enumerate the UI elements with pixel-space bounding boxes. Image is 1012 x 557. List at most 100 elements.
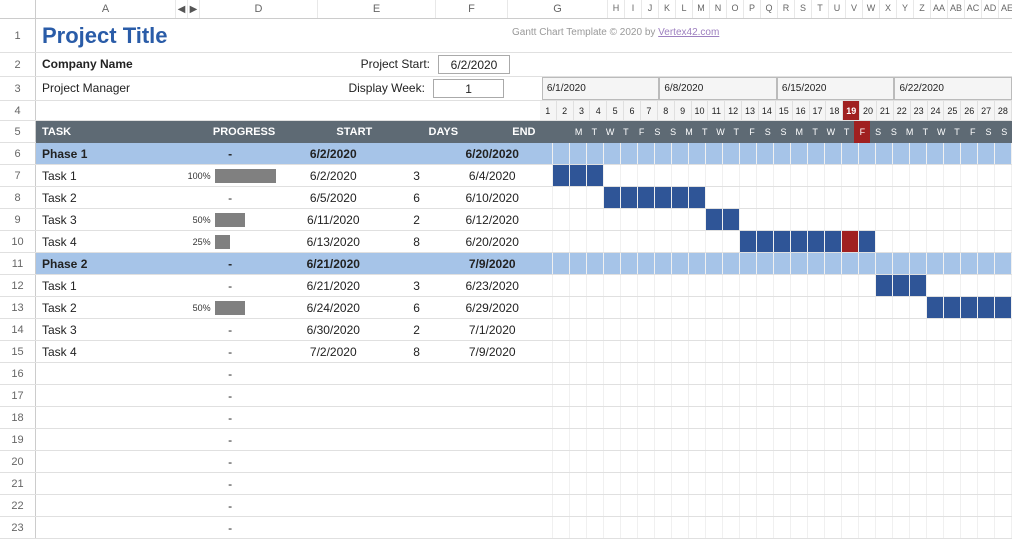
task-name[interactable]: Task 4 [36, 231, 179, 252]
task-end[interactable]: 6/20/2020 [448, 231, 536, 252]
row-header[interactable]: 21 [0, 473, 36, 494]
gantt-cell[interactable] [740, 363, 757, 384]
task-end[interactable]: 6/10/2020 [448, 187, 536, 208]
gantt-cell[interactable] [791, 209, 808, 230]
gantt-cell[interactable] [638, 385, 655, 406]
gantt-cell[interactable] [706, 473, 723, 494]
gantt-cell[interactable] [638, 473, 655, 494]
gantt-cell[interactable] [774, 407, 791, 428]
empty-cell[interactable] [385, 473, 449, 494]
gantt-cell[interactable] [927, 407, 944, 428]
gantt-bar[interactable] [706, 209, 723, 230]
gantt-bar[interactable] [621, 187, 638, 208]
empty-cell[interactable] [282, 363, 385, 384]
gantt-cell[interactable] [842, 319, 859, 340]
gantt-cell[interactable] [876, 231, 893, 252]
gantt-phase-bar[interactable] [961, 253, 978, 274]
gantt-phase-bar[interactable] [825, 143, 842, 164]
empty-cell[interactable] [282, 429, 385, 450]
gantt-cell[interactable] [587, 363, 604, 384]
gantt-cell[interactable] [723, 297, 740, 318]
gantt-cell[interactable] [723, 517, 740, 538]
phase-name[interactable]: Phase 2 [36, 253, 179, 274]
gantt-cell[interactable] [740, 407, 757, 428]
row-header[interactable]: 23 [0, 517, 36, 538]
gantt-cell[interactable] [604, 341, 621, 362]
col-header-m[interactable]: M [693, 0, 710, 18]
gantt-cell[interactable] [536, 341, 553, 362]
gantt-cell[interactable] [961, 429, 978, 450]
gantt-cell[interactable] [978, 495, 995, 516]
display-week-input[interactable]: 1 [433, 79, 504, 98]
empty-cell[interactable]: - [179, 495, 282, 516]
gantt-cell[interactable] [944, 517, 961, 538]
gantt-bar[interactable] [876, 275, 893, 296]
gantt-cell[interactable] [553, 253, 570, 274]
gantt-cell[interactable] [655, 517, 672, 538]
col-header-i[interactable]: I [625, 0, 642, 18]
gantt-cell[interactable] [944, 143, 961, 164]
gantt-cell[interactable] [927, 319, 944, 340]
gantt-cell[interactable] [791, 319, 808, 340]
gantt-cell[interactable] [570, 319, 587, 340]
gantt-cell[interactable] [910, 297, 927, 318]
gantt-cell[interactable] [995, 319, 1012, 340]
gantt-cell[interactable] [876, 451, 893, 472]
gantt-phase-bar[interactable] [774, 143, 791, 164]
gantt-cell[interactable] [536, 429, 553, 450]
gantt-cell[interactable] [774, 495, 791, 516]
gantt-cell[interactable] [621, 341, 638, 362]
gantt-cell[interactable] [536, 275, 553, 296]
gantt-cell[interactable] [706, 275, 723, 296]
gantt-cell[interactable] [757, 495, 774, 516]
gantt-cell[interactable] [689, 253, 706, 274]
gantt-cell[interactable] [808, 341, 825, 362]
gantt-cell[interactable] [553, 495, 570, 516]
gantt-cell[interactable] [757, 297, 774, 318]
gantt-cell[interactable] [604, 363, 621, 384]
gantt-cell[interactable] [604, 385, 621, 406]
phase-end[interactable]: 7/9/2020 [448, 253, 536, 274]
row-header[interactable]: 20 [0, 451, 36, 472]
gantt-cell[interactable] [859, 473, 876, 494]
gantt-cell[interactable] [655, 451, 672, 472]
gantt-cell[interactable] [808, 495, 825, 516]
gantt-cell[interactable] [536, 451, 553, 472]
task-start[interactable]: 6/11/2020 [282, 209, 385, 230]
gantt-cell[interactable] [961, 143, 978, 164]
gantt-cell[interactable] [944, 319, 961, 340]
gantt-cell[interactable] [808, 385, 825, 406]
gantt-cell[interactable] [672, 363, 689, 384]
empty-cell[interactable] [282, 407, 385, 428]
gantt-cell[interactable] [638, 275, 655, 296]
empty-cell[interactable] [385, 363, 449, 384]
gantt-cell[interactable] [638, 231, 655, 252]
gantt-cell[interactable] [604, 209, 621, 230]
gantt-cell[interactable] [961, 473, 978, 494]
gantt-cell[interactable] [910, 363, 927, 384]
empty-cell[interactable] [448, 429, 536, 450]
gantt-cell[interactable] [995, 451, 1012, 472]
gantt-cell[interactable] [791, 275, 808, 296]
gantt-cell[interactable] [587, 297, 604, 318]
empty-cell[interactable] [385, 495, 449, 516]
row-header[interactable]: 5 [0, 121, 36, 142]
gantt-cell[interactable] [978, 473, 995, 494]
gantt-cell[interactable] [706, 363, 723, 384]
gantt-cell[interactable] [672, 429, 689, 450]
task-days[interactable]: 8 [385, 341, 449, 362]
col-header-v[interactable]: V [846, 0, 863, 18]
gantt-cell[interactable] [587, 473, 604, 494]
project-start-input[interactable]: 6/2/2020 [438, 55, 510, 74]
gantt-cell[interactable] [570, 451, 587, 472]
gantt-cell[interactable] [723, 187, 740, 208]
gantt-cell[interactable] [621, 209, 638, 230]
gantt-cell[interactable] [723, 473, 740, 494]
gantt-bar[interactable] [604, 187, 621, 208]
row-header[interactable]: 12 [0, 275, 36, 296]
gantt-cell[interactable] [706, 231, 723, 252]
gantt-cell[interactable] [825, 341, 842, 362]
empty-cell[interactable] [282, 451, 385, 472]
gantt-cell[interactable] [808, 275, 825, 296]
gantt-cell[interactable] [672, 341, 689, 362]
